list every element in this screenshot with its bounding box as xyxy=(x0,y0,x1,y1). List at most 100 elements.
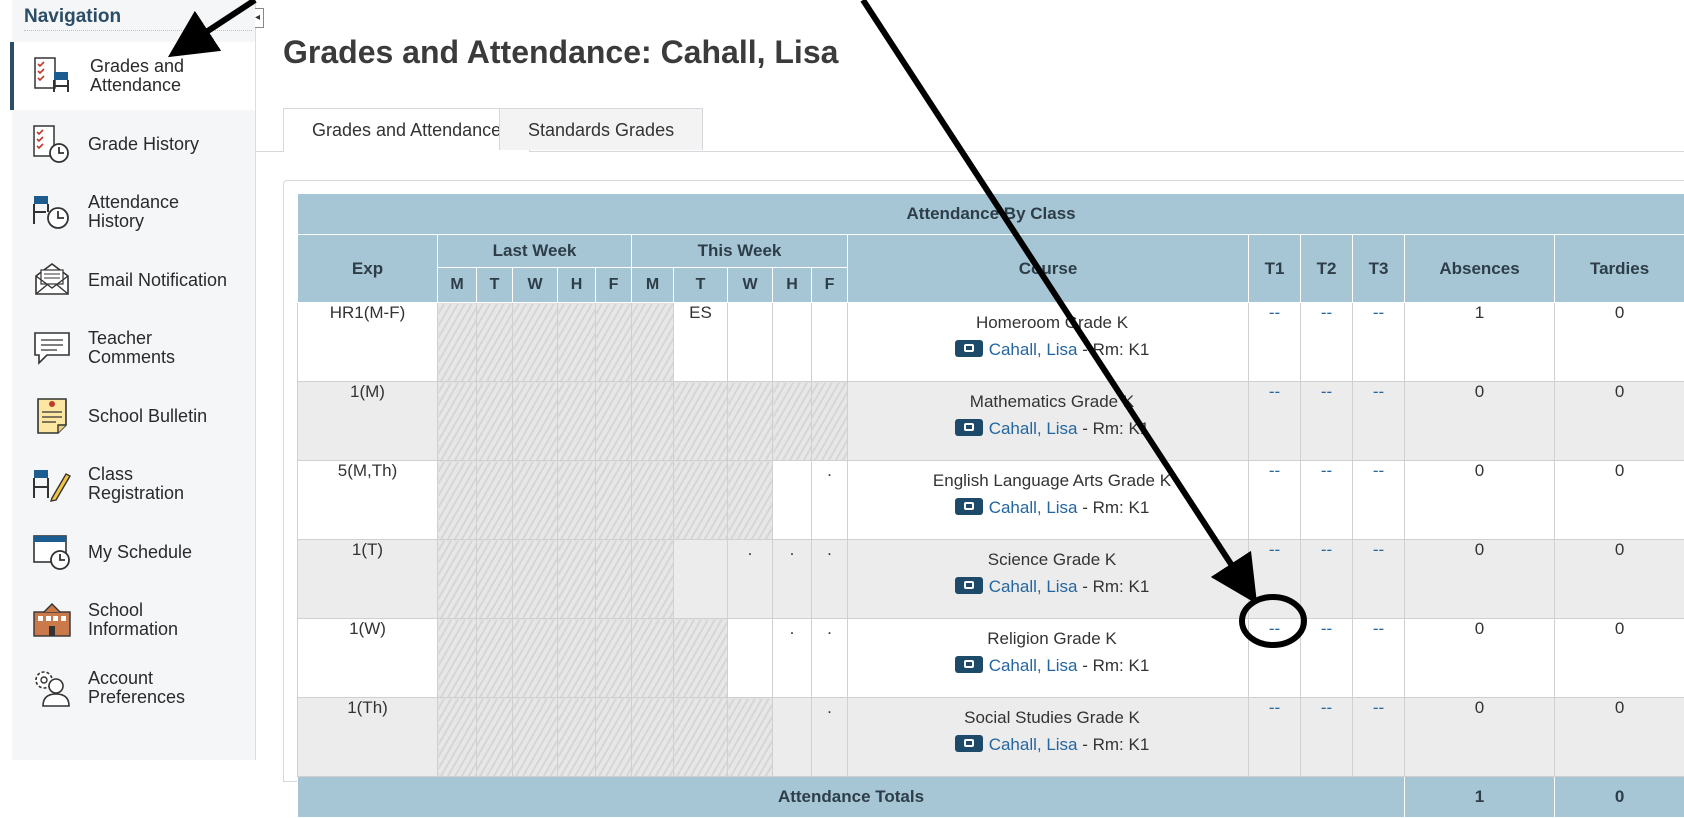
day-cell: ES xyxy=(674,303,728,382)
day-cell xyxy=(477,303,513,382)
nav-item-email-notification[interactable]: Email Notification xyxy=(12,246,255,314)
day-cell xyxy=(773,303,812,382)
term-grade-link[interactable]: -- xyxy=(1373,382,1384,401)
term-grade-link[interactable]: -- xyxy=(1269,619,1280,638)
term-grade-cell: -- xyxy=(1353,303,1405,382)
day-cell xyxy=(513,619,558,698)
sidebar-collapse-button[interactable]: ◂ xyxy=(255,8,264,28)
nav-item-school-information[interactable]: School Information xyxy=(12,586,255,654)
term-grade-link[interactable]: -- xyxy=(1321,540,1332,559)
term-grade-cell: -- xyxy=(1301,619,1353,698)
term-grade-cell: -- xyxy=(1301,698,1353,777)
nav-item-grade-history[interactable]: Grade History xyxy=(12,110,255,178)
table-row: 1(W)..Religion Grade KCahall, Lisa - Rm:… xyxy=(298,619,1684,698)
day-cell xyxy=(596,382,632,461)
absences-cell: 1 xyxy=(1405,303,1555,382)
teacher-line: Cahall, Lisa - Rm: K1 xyxy=(856,340,1248,360)
tab-grades-and-attendance[interactable]: Grades and Attendance xyxy=(283,108,530,152)
nav-item-grades-and-attendance[interactable]: Grades and Attendance xyxy=(10,42,255,110)
day-cell: . xyxy=(773,540,812,619)
term-grade-link[interactable]: -- xyxy=(1321,698,1332,717)
nav-item-my-schedule[interactable]: My Schedule xyxy=(12,518,255,586)
comment-icon xyxy=(30,326,74,370)
term-grade-cell: -- xyxy=(1353,461,1405,540)
course-name: Religion Grade K xyxy=(856,629,1248,649)
term-grade-link[interactable]: -- xyxy=(1269,698,1280,717)
attendance-history-icon xyxy=(30,190,74,234)
teacher-line: Cahall, Lisa - Rm: K1 xyxy=(856,419,1248,439)
nav-item-class-registration[interactable]: Class Registration xyxy=(12,450,255,518)
term-grade-link[interactable]: -- xyxy=(1269,540,1280,559)
column-header-tardies: Tardies xyxy=(1555,235,1684,303)
term-grade-link[interactable]: -- xyxy=(1373,619,1384,638)
course-cell: Science Grade KCahall, Lisa - Rm: K1 xyxy=(848,540,1249,619)
exp-cell: 1(M) xyxy=(298,382,438,461)
room-label: - Rm: K1 xyxy=(1078,498,1150,517)
total-absences: 1 xyxy=(1405,777,1555,818)
course-cell: Religion Grade KCahall, Lisa - Rm: K1 xyxy=(848,619,1249,698)
day-cell xyxy=(513,461,558,540)
day-cell xyxy=(477,382,513,461)
term-grade-link[interactable]: -- xyxy=(1321,382,1332,401)
teacher-link[interactable]: Cahall, Lisa xyxy=(989,340,1078,359)
teacher-contact-icon[interactable] xyxy=(955,735,983,752)
nav-label: Grade History xyxy=(88,135,228,154)
tab-standards-grades[interactable]: Standards Grades xyxy=(499,108,703,150)
nav-label: Teacher Comments xyxy=(88,329,228,367)
teacher-link[interactable]: Cahall, Lisa xyxy=(989,735,1078,754)
teacher-contact-icon[interactable] xyxy=(955,656,983,673)
term-grade-cell: -- xyxy=(1249,382,1301,461)
term-grade-cell: -- xyxy=(1301,461,1353,540)
nav-item-account-preferences[interactable]: Account Preferences xyxy=(12,654,255,722)
teacher-contact-icon[interactable] xyxy=(955,419,983,436)
term-grade-link[interactable]: -- xyxy=(1269,382,1280,401)
nav-label: Attendance History xyxy=(88,193,228,231)
teacher-link[interactable]: Cahall, Lisa xyxy=(989,577,1078,596)
table-row: 1(Th).Social Studies Grade KCahall, Lisa… xyxy=(298,698,1684,777)
term-grade-link[interactable]: -- xyxy=(1321,619,1332,638)
term-grade-link[interactable]: -- xyxy=(1373,303,1384,322)
day-header: F xyxy=(596,268,632,303)
nav-item-teacher-comments[interactable]: Teacher Comments xyxy=(12,314,255,382)
day-cell xyxy=(438,461,477,540)
day-cell xyxy=(632,303,674,382)
day-cell xyxy=(773,698,812,777)
teacher-contact-icon[interactable] xyxy=(955,577,983,594)
term-grade-link[interactable]: -- xyxy=(1321,303,1332,322)
column-header-absences: Absences xyxy=(1405,235,1555,303)
term-grade-link[interactable]: -- xyxy=(1373,540,1384,559)
day-cell xyxy=(632,698,674,777)
teacher-contact-icon[interactable] xyxy=(955,498,983,515)
term-grade-link[interactable]: -- xyxy=(1269,461,1280,480)
day-header: T xyxy=(674,268,728,303)
teacher-link[interactable]: Cahall, Lisa xyxy=(989,498,1078,517)
day-cell xyxy=(674,461,728,540)
day-cell xyxy=(728,698,773,777)
nav-item-attendance-history[interactable]: Attendance History xyxy=(12,178,255,246)
term-grade-cell: -- xyxy=(1353,382,1405,461)
teacher-contact-icon[interactable] xyxy=(955,340,983,357)
account-preferences-icon xyxy=(30,666,74,710)
day-cell xyxy=(558,698,596,777)
day-cell xyxy=(558,303,596,382)
day-cell xyxy=(477,540,513,619)
teacher-link[interactable]: Cahall, Lisa xyxy=(989,419,1078,438)
course-name: Homeroom Grade K xyxy=(856,313,1248,333)
table-caption: Attendance By Class xyxy=(298,194,1684,235)
day-cell xyxy=(632,461,674,540)
teacher-link[interactable]: Cahall, Lisa xyxy=(989,656,1078,675)
column-header-last-week: Last Week xyxy=(438,235,632,268)
term-grade-link[interactable]: -- xyxy=(1373,461,1384,480)
nav-item-school-bulletin[interactable]: School Bulletin xyxy=(12,382,255,450)
day-cell xyxy=(632,540,674,619)
term-grade-link[interactable]: -- xyxy=(1269,303,1280,322)
term-grade-link[interactable]: -- xyxy=(1373,698,1384,717)
day-cell xyxy=(674,540,728,619)
day-cell: . xyxy=(773,619,812,698)
day-cell xyxy=(558,461,596,540)
email-icon xyxy=(30,258,74,302)
day-cell: . xyxy=(812,461,848,540)
term-grade-link[interactable]: -- xyxy=(1321,461,1332,480)
nav-label: Email Notification xyxy=(88,271,228,290)
day-cell xyxy=(477,461,513,540)
